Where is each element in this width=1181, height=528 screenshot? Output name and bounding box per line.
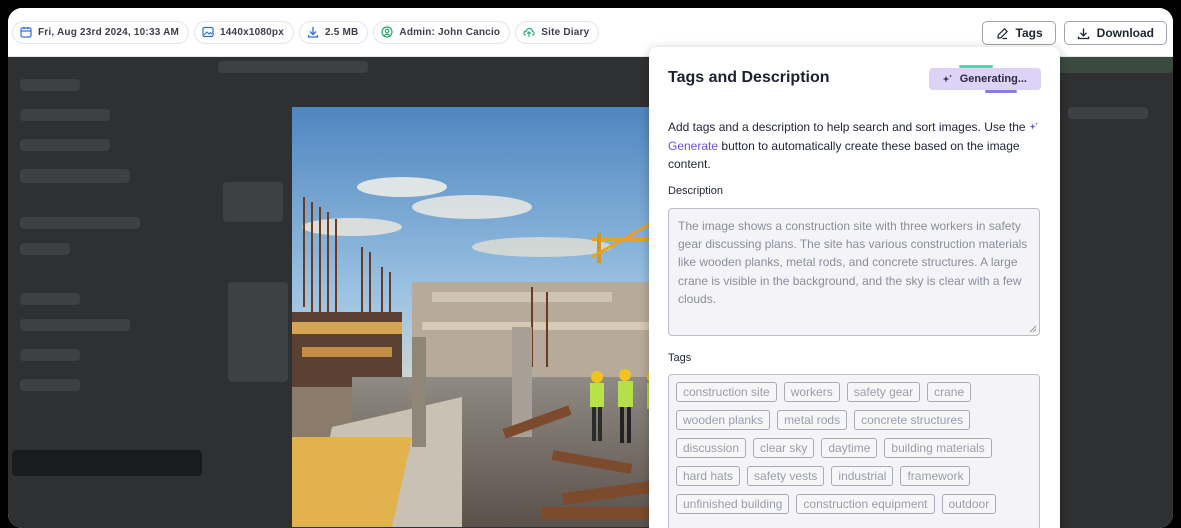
photo-illustration [292, 107, 662, 527]
ghost-block [20, 79, 80, 91]
ghost-block [20, 169, 130, 183]
glow-accent [958, 65, 993, 68]
screen-frame: Fri, Aug 23rd 2024, 10:33 AM 1440x1080px… [0, 0, 1181, 528]
glow-accent [984, 90, 1017, 93]
tags-description-panel: Tags and Description Generating... Add t… [649, 47, 1060, 528]
generating-indicator: Generating... [928, 65, 1041, 93]
image-icon [202, 26, 214, 38]
meta-pill-label: 1440x1080px [220, 26, 284, 38]
image-viewer-window: Fri, Aug 23rd 2024, 10:33 AM 1440x1080px… [8, 8, 1173, 528]
edit-icon [996, 27, 1008, 39]
download-button-label: Download [1096, 26, 1154, 40]
tag-chip[interactable]: safety vests [747, 466, 825, 486]
tag-chip[interactable]: discussion [676, 438, 747, 458]
description-textarea[interactable]: The image shows a construction site with… [668, 208, 1040, 336]
tag-row: wooden planks metal rods concrete struct… [676, 410, 1032, 430]
ghost-block [20, 319, 130, 331]
resize-handle-icon[interactable] [1029, 325, 1037, 333]
tag-chip[interactable]: safety gear [846, 382, 921, 402]
tag-chip[interactable]: concrete structures [854, 410, 971, 430]
tags-label: Tags [668, 352, 692, 364]
ghost-block [1068, 107, 1148, 119]
tag-row: unfinished building construction equipme… [676, 494, 1032, 514]
tag-chip[interactable]: wooden planks [676, 410, 771, 430]
tag-chip[interactable]: framework [900, 466, 971, 486]
tags-button[interactable]: Tags [981, 21, 1056, 45]
top-actions: Tags Download [981, 21, 1167, 45]
intro-text-end: button to automatically create these bas… [668, 138, 1020, 172]
ghost-block [20, 243, 70, 255]
sparkles-icon [1029, 122, 1038, 130]
meta-pill-dimensions: 1440x1080px [194, 20, 294, 44]
tag-row: hard hats safety vests industrial framew… [676, 466, 1032, 486]
tag-chip[interactable]: unfinished building [676, 494, 790, 514]
tags-field[interactable]: construction site workers safety gear cr… [668, 374, 1040, 528]
ghost-block [20, 379, 80, 391]
intro-text-start: Add tags and a description to help searc… [668, 120, 1026, 134]
meta-pill-label: Site Diary [541, 26, 590, 38]
tag-chip[interactable]: building materials [884, 438, 992, 458]
tag-chip[interactable]: clear sky [753, 438, 815, 458]
ghost-block [20, 109, 110, 121]
meta-pill-filesize: 2.5 MB [298, 20, 369, 44]
description-label: Description [668, 185, 724, 197]
panel-title: Tags and Description [668, 69, 830, 86]
tag-chip[interactable]: daytime [821, 438, 878, 458]
tag-chip[interactable]: hard hats [676, 466, 741, 486]
ghost-block [218, 61, 368, 73]
tag-chip[interactable]: metal rods [777, 410, 848, 430]
meta-pill-label: Admin: John Cancio [399, 26, 501, 38]
generate-button[interactable]: Generating... [928, 68, 1041, 90]
generate-link-label: Generate [668, 138, 719, 153]
tag-chip[interactable]: workers [783, 382, 840, 402]
user-icon [381, 26, 394, 38]
tag-chip[interactable]: construction site [676, 382, 777, 402]
meta-pill-date: Fri, Aug 23rd 2024, 10:33 AM [12, 20, 190, 44]
tag-chip[interactable]: industrial [831, 466, 894, 486]
tag-chip[interactable]: construction equipment [796, 494, 935, 514]
ghost-button [12, 450, 202, 476]
meta-pill-user: Admin: John Cancio [373, 20, 511, 44]
description-text: The image shows a construction site with… [678, 219, 1028, 306]
tag-chip[interactable]: outdoor [941, 494, 997, 514]
panel-intro-text: Add tags and a description to help searc… [668, 118, 1042, 174]
ghost-block [20, 293, 80, 305]
meta-pill-label: 2.5 MB [324, 26, 359, 38]
meta-pill-source: Site Diary [515, 20, 600, 44]
tag-row: discussion clear sky daytime building ma… [676, 438, 1032, 458]
download-icon [1077, 28, 1089, 39]
calendar-icon [20, 27, 32, 38]
tags-button-label: Tags [1015, 26, 1043, 40]
generating-label: Generating... [959, 73, 1027, 85]
sparkles-icon [942, 74, 952, 82]
tag-row: construction site workers safety gear cr… [676, 382, 1032, 402]
download-button[interactable]: Download [1063, 21, 1167, 45]
cloud-upload-icon [523, 28, 535, 37]
construction-site-photo [292, 107, 662, 527]
ghost-block [20, 217, 140, 229]
ghost-block [228, 282, 288, 382]
ghost-block [20, 349, 80, 361]
tag-chip[interactable]: crane [927, 382, 972, 402]
download-icon [307, 27, 319, 38]
meta-pill-label: Fri, Aug 23rd 2024, 10:33 AM [38, 26, 180, 38]
ghost-block [223, 182, 283, 222]
ghost-block [20, 139, 110, 151]
ghost-block [1048, 57, 1173, 73]
